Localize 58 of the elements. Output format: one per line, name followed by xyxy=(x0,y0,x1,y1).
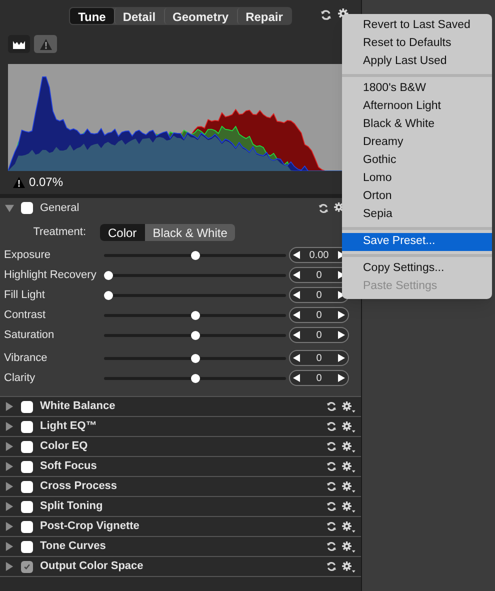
value-reading: 0 xyxy=(316,352,322,366)
menu-item[interactable]: Save Preset... xyxy=(342,233,492,251)
value-stepper[interactable]: 0 xyxy=(289,307,349,323)
section-title: Color EQ xyxy=(40,439,88,454)
segment-button[interactable]: Black & White xyxy=(144,224,236,240)
section-title: Post-Crop Vignette xyxy=(40,519,140,534)
menu-item[interactable]: Gothic xyxy=(342,152,492,170)
slider-label: Saturation xyxy=(4,328,56,343)
tab[interactable]: Geometry xyxy=(164,8,237,24)
section-header[interactable]: Tone Curves xyxy=(0,536,361,556)
section-title: Tone Curves xyxy=(40,539,106,554)
section-header[interactable]: White Balance xyxy=(0,396,361,416)
section-header[interactable]: Light EQ™ xyxy=(0,416,361,436)
value-reading: 0 xyxy=(316,268,322,282)
section-title: White Balance xyxy=(40,399,116,414)
tab[interactable]: Tune xyxy=(70,8,114,24)
slider-label: Fill Light xyxy=(4,288,46,303)
value-stepper[interactable]: 0 xyxy=(289,350,349,366)
menu-item[interactable]: Black & White xyxy=(342,116,492,134)
menu-item[interactable]: Revert to Last Saved xyxy=(342,17,492,35)
slider-label: Clarity xyxy=(4,370,36,386)
value-reading: 0.00 xyxy=(309,248,329,262)
value-stepper[interactable]: 0 xyxy=(289,327,349,343)
value-reading: 0 xyxy=(316,372,322,386)
clipping-percentage: 0.07% xyxy=(29,174,64,191)
value-reading: 0 xyxy=(316,308,322,322)
menu-item[interactable]: Dreamy xyxy=(342,134,492,152)
menu-item[interactable]: Lomo xyxy=(342,170,492,188)
tab[interactable]: Detail xyxy=(114,8,164,24)
section-title: Soft Focus xyxy=(40,459,97,474)
section-title: General xyxy=(40,200,80,216)
menu-item[interactable]: Afternoon Light xyxy=(342,98,492,116)
menu-item[interactable]: 1800's B&W xyxy=(342,80,492,98)
section-title: Output Color Space xyxy=(40,559,144,574)
slider-label: Vibrance xyxy=(4,350,48,366)
menu-item[interactable]: Orton xyxy=(342,188,492,206)
slider-label: Contrast xyxy=(4,308,47,323)
section-header[interactable]: Color EQ xyxy=(0,436,361,456)
section-header[interactable]: Cross Process xyxy=(0,476,361,496)
section-header[interactable]: Soft Focus xyxy=(0,456,361,476)
menu-item[interactable]: Apply Last Used xyxy=(342,53,492,71)
value-reading: 0 xyxy=(316,288,322,302)
slider-label: Exposure xyxy=(4,248,52,263)
segment-button[interactable]: Color xyxy=(100,224,145,240)
section-title: Light EQ™ xyxy=(40,419,97,434)
section-title: Cross Process xyxy=(40,479,118,494)
section-header[interactable]: Post-Crop Vignette xyxy=(0,516,361,536)
menu-item[interactable]: Reset to Defaults xyxy=(342,35,492,53)
value-stepper[interactable]: 0 xyxy=(289,287,349,303)
section-title: Split Toning xyxy=(40,499,103,514)
section-header[interactable]: Output Color Space xyxy=(0,556,361,576)
slider-label: Highlight Recovery xyxy=(4,268,98,283)
value-reading: 0 xyxy=(316,328,322,342)
value-stepper[interactable]: 0 xyxy=(289,370,349,386)
tab[interactable]: Repair xyxy=(236,8,291,24)
section-header[interactable]: Split Toning xyxy=(0,496,361,516)
menu-item[interactable]: Sepia xyxy=(342,206,492,224)
treatment-label: Treatment: xyxy=(32,224,87,240)
